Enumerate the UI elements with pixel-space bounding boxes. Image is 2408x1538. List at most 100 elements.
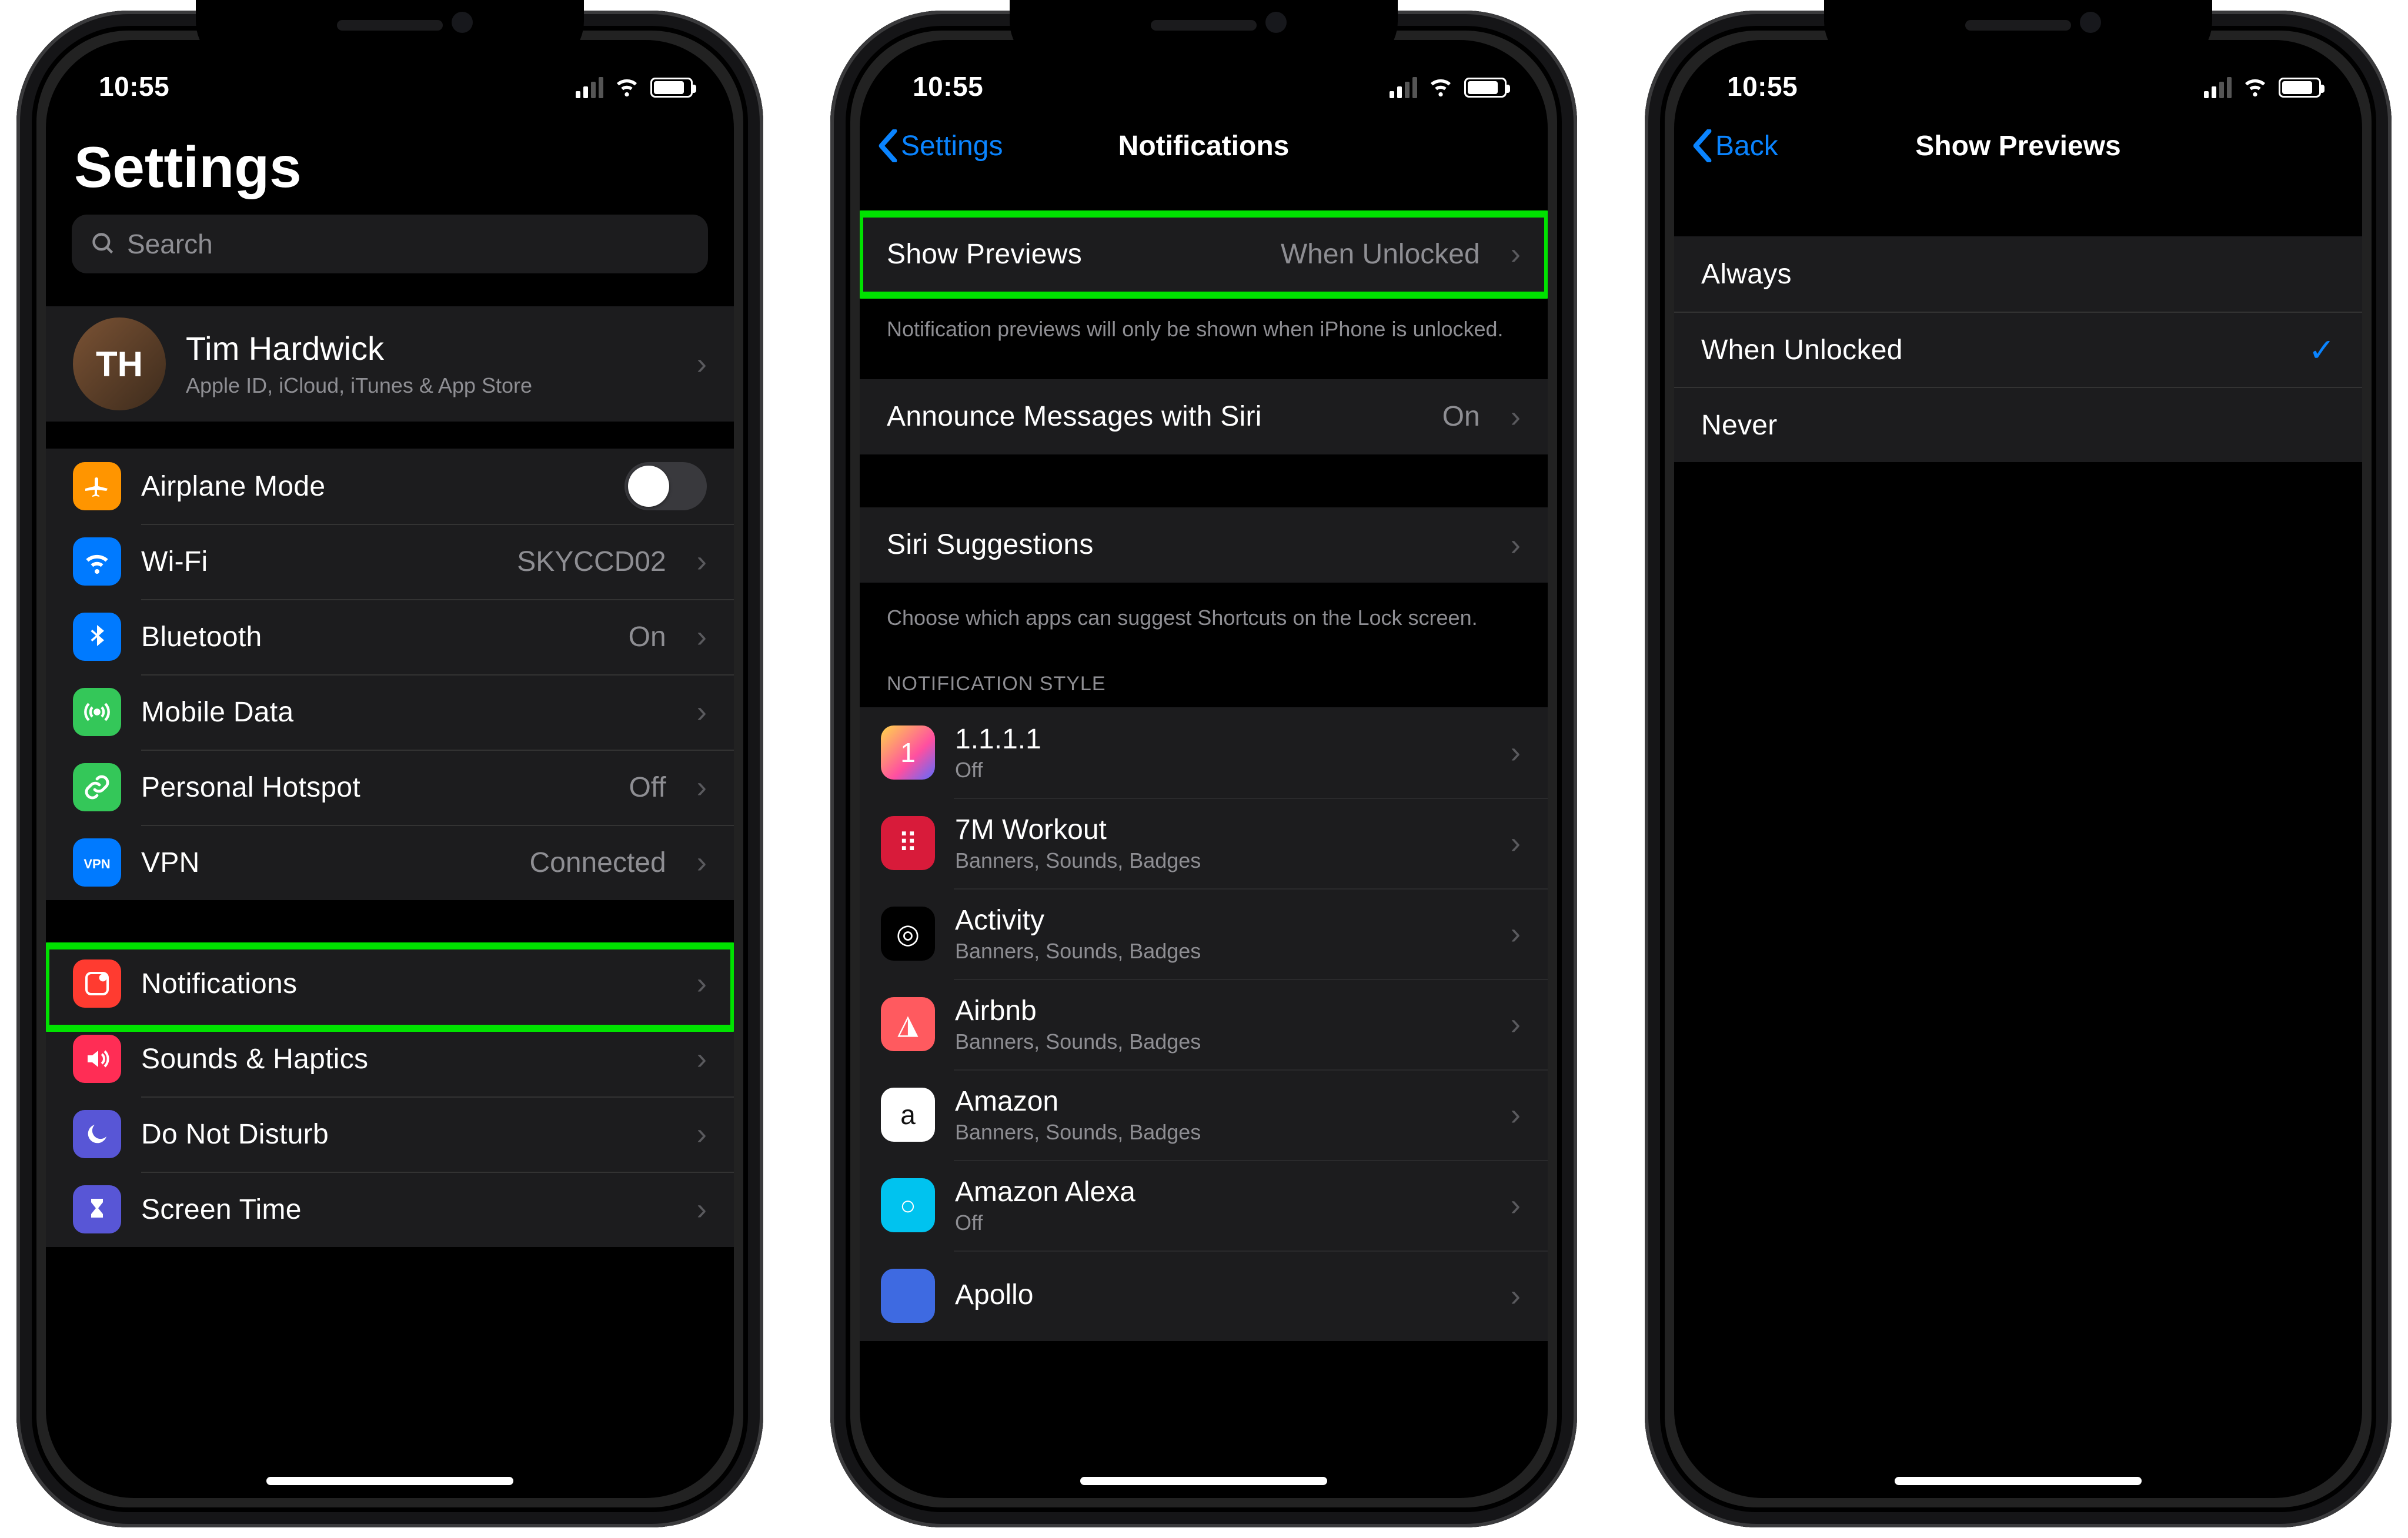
search-input[interactable]: Search bbox=[72, 215, 708, 273]
phone-settings: 10:55 Settings Search bbox=[16, 11, 763, 1527]
connectivity-row[interactable]: Airplane Mode bbox=[46, 449, 734, 524]
app-icon: ⠿ bbox=[881, 816, 935, 870]
chevron-right-icon: › bbox=[697, 546, 707, 577]
cell-value: SKYCCD02 bbox=[517, 546, 666, 578]
wifi-icon bbox=[1428, 72, 1454, 102]
preview-option[interactable]: When Unlocked✓ bbox=[1674, 312, 2362, 387]
cell-value: Connected bbox=[530, 847, 666, 879]
apple-id-cell[interactable]: TH Tim Hardwick Apple ID, iCloud, iTunes… bbox=[46, 306, 734, 422]
cell-label: Screen Time bbox=[141, 1193, 302, 1226]
cellular-signal-icon bbox=[576, 77, 603, 98]
home-indicator[interactable] bbox=[1895, 1477, 2142, 1485]
chevron-right-icon: › bbox=[1511, 1280, 1521, 1311]
chevron-right-icon: › bbox=[697, 1119, 707, 1149]
device-notch bbox=[208, 0, 572, 56]
cell-label: Personal Hotspot bbox=[141, 771, 360, 804]
app-name: Amazon bbox=[955, 1085, 1201, 1118]
app-notification-cell[interactable]: aAmazonBanners, Sounds, Badges› bbox=[860, 1069, 1548, 1160]
option-label: Never bbox=[1701, 409, 1778, 442]
cell-label: Airplane Mode bbox=[141, 470, 325, 503]
back-button[interactable]: Settings bbox=[877, 129, 1003, 162]
attention-row[interactable]: Notifications › bbox=[46, 946, 734, 1021]
cell-value: Off bbox=[629, 771, 666, 804]
chevron-right-icon: › bbox=[1511, 1009, 1521, 1039]
battery-icon bbox=[1464, 78, 1507, 98]
option-label: Always bbox=[1701, 258, 1792, 290]
option-label: When Unlocked bbox=[1701, 334, 1903, 366]
cell-label: Show Previews bbox=[887, 238, 1082, 270]
show-previews-cell[interactable]: Show Previews When Unlocked › bbox=[860, 216, 1548, 292]
cell-value: On bbox=[1442, 400, 1480, 433]
cell-label: Wi-Fi bbox=[141, 546, 208, 578]
nav-title: Notifications bbox=[1118, 130, 1290, 162]
profile-subtitle: Apple ID, iCloud, iTunes & App Store bbox=[186, 373, 532, 398]
status-time: 10:55 bbox=[1727, 71, 1798, 102]
connectivity-row[interactable]: VPN VPN Connected › bbox=[46, 825, 734, 900]
attention-row[interactable]: Screen Time › bbox=[46, 1172, 734, 1247]
moon-icon bbox=[73, 1110, 121, 1158]
search-icon bbox=[91, 231, 116, 257]
cell-value: When Unlocked bbox=[1281, 238, 1480, 270]
chevron-right-icon: › bbox=[697, 1194, 707, 1225]
cell-label: Notifications bbox=[141, 968, 297, 1000]
siri-suggestions-cell[interactable]: Siri Suggestions › bbox=[860, 507, 1548, 583]
app-notification-cell[interactable]: ◮AirbnbBanners, Sounds, Badges› bbox=[860, 979, 1548, 1069]
chevron-right-icon: › bbox=[1511, 1190, 1521, 1221]
back-button[interactable]: Back bbox=[1692, 129, 1778, 162]
status-time: 10:55 bbox=[99, 71, 169, 102]
cellular-signal-icon bbox=[2204, 77, 2232, 98]
preview-option[interactable]: Never bbox=[1674, 387, 2362, 462]
nav-title: Show Previews bbox=[1915, 130, 2120, 162]
connectivity-row[interactable]: Mobile Data› bbox=[46, 674, 734, 750]
connectivity-row[interactable]: BluetoothOn› bbox=[46, 599, 734, 674]
chevron-right-icon: › bbox=[1511, 1099, 1521, 1130]
app-icon: ○ bbox=[881, 1178, 935, 1232]
app-name: 1.1.1.1 bbox=[955, 723, 1041, 755]
nav-bar: Settings Notifications bbox=[860, 111, 1548, 181]
announce-siri-cell[interactable]: Announce Messages with Siri On › bbox=[860, 379, 1548, 454]
app-notification-cell[interactable]: Apollo› bbox=[860, 1251, 1548, 1341]
chevron-right-icon: › bbox=[697, 968, 707, 999]
previews-footer: Notification previews will only be shown… bbox=[860, 303, 1548, 344]
back-label: Settings bbox=[901, 130, 1003, 162]
app-notification-cell[interactable]: ⠿7M WorkoutBanners, Sounds, Badges› bbox=[860, 798, 1548, 888]
chevron-right-icon: › bbox=[697, 847, 707, 878]
app-icon bbox=[881, 1269, 935, 1323]
avatar: TH bbox=[73, 317, 166, 410]
wifi-icon bbox=[2242, 72, 2268, 102]
chevron-right-icon: › bbox=[697, 697, 707, 727]
app-subtitle: Off bbox=[955, 758, 1041, 783]
battery-icon bbox=[2279, 78, 2321, 98]
app-notification-cell[interactable]: ○Amazon AlexaOff› bbox=[860, 1160, 1548, 1251]
hourglass-icon bbox=[73, 1185, 121, 1233]
vpn-icon: VPN bbox=[73, 838, 121, 887]
notification-style-header: Notification Style bbox=[860, 659, 1548, 707]
connectivity-row[interactable]: Personal Hotspot Off › bbox=[46, 750, 734, 825]
app-notification-cell[interactable]: 11.1.1.1Off› bbox=[860, 707, 1548, 798]
connectivity-group: Airplane Mode Wi-Fi SKYCCD02 › BluetoothOn›M… bbox=[46, 449, 734, 900]
attention-row[interactable]: Sounds & Haptics› bbox=[46, 1021, 734, 1096]
siri-footer: Choose which apps can suggest Shortcuts … bbox=[860, 592, 1548, 633]
notifications-group: Notifications › Sounds & Haptics›Do Not Di… bbox=[46, 946, 734, 1247]
chevron-right-icon: › bbox=[697, 772, 707, 803]
chevron-right-icon: › bbox=[1511, 918, 1521, 949]
attention-row[interactable]: Do Not Disturb› bbox=[46, 1096, 734, 1172]
profile-name: Tim Hardwick bbox=[186, 330, 532, 367]
app-subtitle: Banners, Sounds, Badges bbox=[955, 848, 1201, 873]
cellular-signal-icon bbox=[1390, 77, 1417, 98]
app-icon: a bbox=[881, 1088, 935, 1142]
connectivity-row[interactable]: Wi-Fi SKYCCD02 › bbox=[46, 524, 734, 599]
preview-option[interactable]: Always bbox=[1674, 236, 2362, 312]
home-indicator[interactable] bbox=[266, 1477, 513, 1485]
settings-scroll-region[interactable]: Settings Search TH Tim Hardwick Apple ID… bbox=[46, 111, 734, 1498]
home-indicator[interactable] bbox=[1080, 1477, 1327, 1485]
app-notification-cell[interactable]: ◎ActivityBanners, Sounds, Badges› bbox=[860, 888, 1548, 979]
app-subtitle: Banners, Sounds, Badges bbox=[955, 939, 1201, 964]
chevron-right-icon: › bbox=[1511, 402, 1521, 432]
app-name: Activity bbox=[955, 904, 1201, 937]
chevron-left-icon bbox=[1692, 129, 1713, 162]
page-title: Settings bbox=[46, 111, 734, 215]
toggle-switch[interactable] bbox=[624, 462, 707, 510]
link-icon bbox=[73, 763, 121, 811]
cell-label: VPN bbox=[141, 847, 200, 879]
